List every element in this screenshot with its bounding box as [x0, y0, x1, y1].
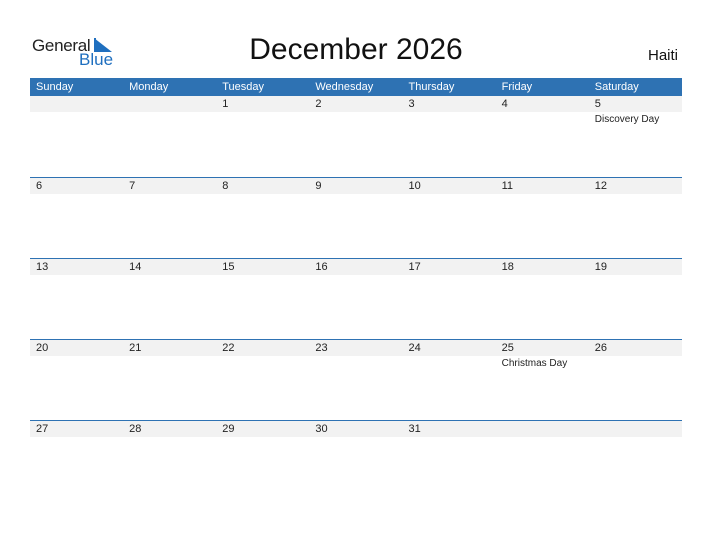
week-row: 20 21 22 23 24 25 Christmas Day 26	[30, 339, 682, 420]
day-cell: 5 Discovery Day	[589, 96, 682, 126]
day-cell: 12	[589, 178, 682, 195]
day-cell: 4	[496, 96, 589, 126]
day-cell: 17	[403, 259, 496, 276]
holiday-label: Christmas Day	[501, 358, 568, 369]
day-number: 30	[315, 423, 328, 435]
day-cell: 1	[216, 96, 309, 126]
day-cell: 14	[123, 259, 216, 276]
day-number: 14	[129, 261, 142, 273]
week-cells: 1 2 3 4 5 Discovery Day	[30, 96, 682, 126]
day-cell: 26	[589, 340, 682, 370]
weekday-header: Sunday Monday Tuesday Wednesday Thursday…	[30, 78, 682, 96]
day-number: 4	[501, 98, 508, 110]
weekday-tuesday: Tuesday	[222, 81, 265, 93]
day-number: 20	[36, 342, 49, 354]
day-number: 5	[594, 98, 601, 110]
day-number: 22	[222, 342, 235, 354]
country-label: Haiti	[647, 47, 678, 64]
day-cell: 19	[589, 259, 682, 276]
day-cell: 13	[30, 259, 123, 276]
day-number: 18	[501, 261, 514, 273]
day-cell: 27	[30, 421, 123, 438]
day-number: 9	[315, 180, 322, 192]
day-number	[502, 421, 589, 437]
day-number: 26	[594, 342, 607, 354]
week-row: 13 14 15 16 17 18 19	[30, 258, 682, 339]
day-number: 25	[501, 342, 514, 354]
day-cell	[496, 421, 589, 438]
day-cell: 29	[216, 421, 309, 438]
day-number: 24	[408, 342, 421, 354]
day-cell	[123, 96, 216, 126]
day-number	[36, 96, 123, 112]
day-number: 10	[408, 180, 421, 192]
week-row: 1 2 3 4 5 Discovery Day	[30, 96, 682, 177]
week-row: 27 28 29 30 31	[30, 420, 682, 501]
day-cell: 15	[216, 259, 309, 276]
day-cell: 31	[403, 421, 496, 438]
week-cells: 20 21 22 23 24 25 Christmas Day 26	[30, 340, 682, 370]
day-number	[595, 421, 682, 437]
day-number: 27	[36, 423, 49, 435]
day-number: 6	[36, 180, 43, 192]
day-number: 15	[222, 261, 235, 273]
week-row: 6 7 8 9 10 11 12	[30, 177, 682, 258]
day-cell: 16	[309, 259, 402, 276]
day-number: 23	[315, 342, 328, 354]
week-cells: 27 28 29 30 31	[30, 421, 682, 438]
calendar-grid: Sunday Monday Tuesday Wednesday Thursday…	[30, 78, 682, 501]
weekday-wednesday: Wednesday	[315, 81, 374, 93]
day-cell: 11	[496, 178, 589, 195]
day-cell: 21	[123, 340, 216, 370]
day-cell: 8	[216, 178, 309, 195]
weekday-thursday: Thursday	[408, 81, 455, 93]
day-number: 17	[408, 261, 421, 273]
weekday-saturday: Saturday	[594, 81, 639, 93]
day-cell: 25 Christmas Day	[496, 340, 589, 370]
day-number: 31	[408, 423, 421, 435]
holiday-label: Discovery Day	[594, 114, 660, 125]
day-number: 11	[501, 180, 514, 192]
day-number: 2	[315, 98, 322, 110]
day-number: 21	[129, 342, 142, 354]
day-number: 3	[408, 98, 415, 110]
day-cell: 2	[309, 96, 402, 126]
page-title: December 2026	[249, 33, 463, 66]
day-cell: 30	[309, 421, 402, 438]
weekday-friday: Friday	[501, 81, 533, 93]
day-number: 19	[594, 261, 607, 273]
weekday-sunday: Sunday	[36, 81, 74, 93]
day-number: 16	[315, 261, 328, 273]
weeks-container: 1 2 3 4 5 Discovery Day 6 7 8 9 10 11 12 13 14 15 16 17 18…	[30, 96, 682, 501]
day-cell: 23	[309, 340, 402, 370]
day-cell: 6	[30, 178, 123, 195]
day-cell	[30, 96, 123, 126]
week-cells: 13 14 15 16 17 18 19	[30, 259, 682, 276]
day-number: 1	[222, 98, 229, 110]
day-number: 7	[129, 180, 136, 192]
day-cell	[589, 421, 682, 438]
day-number: 29	[222, 423, 235, 435]
week-cells: 6 7 8 9 10 11 12	[30, 178, 682, 195]
day-number	[129, 96, 216, 112]
day-number: 28	[129, 423, 142, 435]
day-cell: 18	[496, 259, 589, 276]
day-cell: 9	[309, 178, 402, 195]
day-cell: 10	[403, 178, 496, 195]
weekday-monday: Monday	[129, 81, 169, 93]
day-cell: 20	[30, 340, 123, 370]
day-cell: 22	[216, 340, 309, 370]
day-cell: 3	[403, 96, 496, 126]
day-number: 12	[594, 180, 607, 192]
day-cell: 28	[123, 421, 216, 438]
day-number: 13	[36, 261, 49, 273]
day-cell: 7	[123, 178, 216, 195]
day-cell: 24	[403, 340, 496, 370]
day-number: 8	[222, 180, 229, 192]
